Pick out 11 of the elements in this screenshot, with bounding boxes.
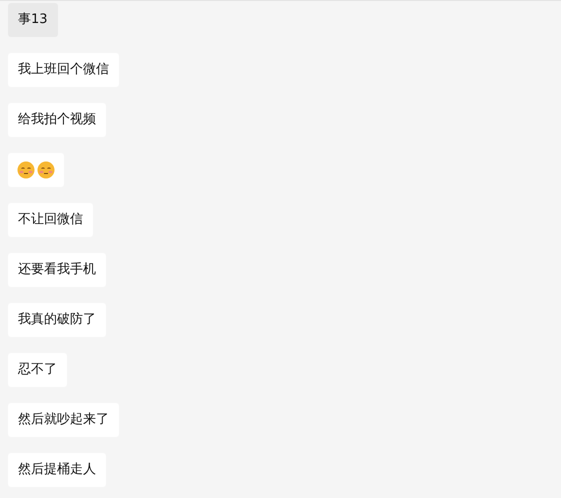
message-bubble: 事13 [8,3,58,37]
message-bubble: 然后提桶走人 [8,453,106,487]
message-bubble: 然后就吵起来了 [8,403,119,437]
message-bubble: 给我拍个视频 [8,103,106,137]
blush-emoji-icon [37,161,55,179]
message-bubble: 我真的破防了 [8,303,106,337]
blush-emoji-icon [17,161,35,179]
message-bubble: 不让回微信 [8,203,93,237]
message-bubble: 还要看我手机 [8,253,106,287]
message-bubble: 我上班回个微信 [8,53,119,87]
message-bubble: 忍不了 [8,353,67,387]
